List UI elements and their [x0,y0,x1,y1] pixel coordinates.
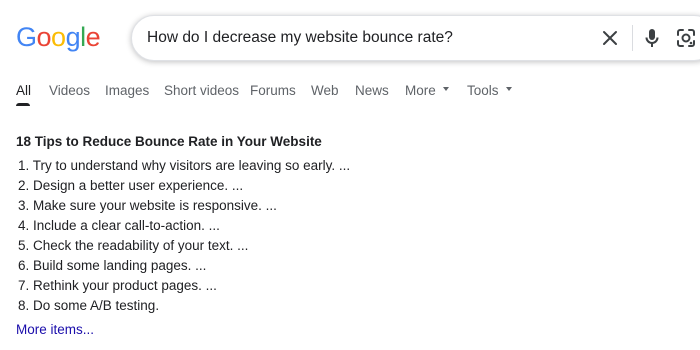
google-logo[interactable]: Google [16,20,101,54]
featured-snippet-list: 1. Try to understand why visitors are le… [18,156,350,316]
close-icon[interactable] [598,26,622,50]
tab-short-videos[interactable]: Short videos [164,82,239,100]
tab-all[interactable]: All [16,82,31,100]
caret-down-icon [505,87,512,92]
logo-letter: G [16,22,37,52]
list-item: 6. Build some landing pages. ... [18,258,207,273]
tab-images[interactable]: Images [105,82,149,100]
tab-forums[interactable]: Forums [250,82,296,100]
featured-snippet-title: 18 Tips to Reduce Bounce Rate in Your We… [16,134,322,149]
logo-letter: o [51,22,66,52]
google-lens-icon[interactable] [674,26,698,50]
list-item: 8. Do some A/B testing. [18,298,160,313]
tab-more[interactable]: More [405,82,449,100]
search-tabs: All Videos Images Short videos Forums We… [0,78,700,108]
tab-tools[interactable]: Tools [467,82,512,100]
list-item: 5. Check the readability of your text. .… [18,238,249,253]
microphone-icon[interactable] [640,26,664,50]
logo-letter: g [65,22,81,52]
tab-web[interactable]: Web [311,82,339,100]
logo-letter: e [85,22,101,52]
list-item: 3. Make sure your website is responsive.… [18,198,277,213]
search-divider [632,25,633,51]
list-item: 1. Try to understand why visitors are le… [18,158,351,173]
search-input[interactable]: How do I decrease my website bounce rate… [147,27,453,49]
tab-news[interactable]: News [355,82,389,100]
tab-tools-label: Tools [467,83,499,98]
list-item: 4. Include a clear call-to-action. ... [18,218,220,233]
tab-more-label: More [405,83,436,98]
tab-videos[interactable]: Videos [49,82,90,100]
list-item: 7. Rethink your product pages. ... [18,278,217,293]
more-items-link[interactable]: More items... [16,321,94,339]
caret-down-icon [442,87,449,92]
active-tab-indicator [16,103,30,106]
header: Google How do I decrease my website boun… [0,0,700,108]
list-item: 2. Design a better user experience. ... [18,178,244,193]
logo-letter: o [36,22,52,52]
